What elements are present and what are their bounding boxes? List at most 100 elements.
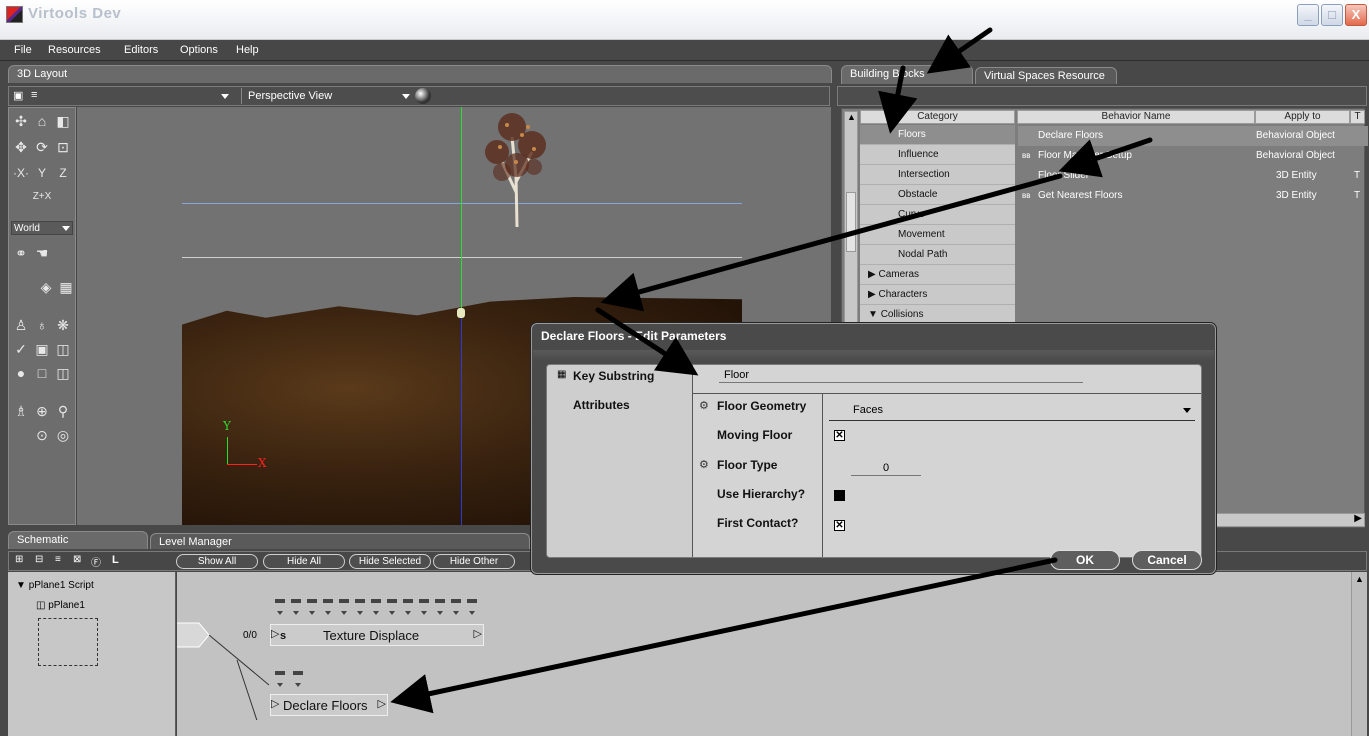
menu-help[interactable]: Help [236,44,259,56]
floor-type-input[interactable]: 0 [851,458,921,476]
scroll-up-icon[interactable]: ▲ [1355,574,1364,584]
zx-plane-button[interactable]: Z+X [27,188,57,206]
cancel-button[interactable]: Cancel [1132,550,1202,570]
world-select[interactable]: World [11,221,73,235]
category-item-movement[interactable]: Movement [860,225,1015,245]
list-icon[interactable]: ≡ [55,554,61,565]
column-header-apply-to[interactable]: Apply to [1255,110,1350,124]
chevron-down-icon[interactable] [221,94,229,99]
show-all-button[interactable]: Show All [176,554,258,569]
schematic-canvas[interactable]: 0/0 ▷ s Texture Displace ▷ ▷ Declare Flo… [177,572,1351,736]
tab-schematic[interactable]: Schematic [8,531,148,549]
scroll-up-icon[interactable]: ▲ [847,112,856,122]
key-substring-input[interactable]: Floor [719,367,1083,383]
add-script-icon[interactable]: ⊞ [15,554,23,565]
hide-other-button[interactable]: Hide Other [433,554,515,569]
column-header-behavior-name[interactable]: Behavior Name [1017,110,1255,124]
grid-icon[interactable]: ▦ [57,278,75,296]
figure-icon[interactable]: ♗ [12,402,30,420]
close-button[interactable]: X [1345,4,1367,26]
zoom-icon[interactable]: ⊕ [33,402,51,420]
input-pin-icon[interactable]: ▷ [271,627,279,640]
sphere-icon[interactable]: ● [12,364,30,382]
grid-mesh-icon[interactable]: ◈ [37,278,55,296]
behavior-row[interactable]: ʙʙ Get Nearest Floors 3D Entity T [1018,186,1368,206]
l-button[interactable]: L [112,554,119,566]
tab-building-blocks[interactable]: Building Blocks [841,65,973,84]
category-item-collisions[interactable]: ▼ Collisions [860,305,1015,325]
view-select[interactable]: Perspective View [241,88,411,104]
gizmo-y-label: Y [223,419,231,433]
hand-tool-icon[interactable]: ☚ [33,244,51,262]
list-icon[interactable]: ≡ [31,89,37,101]
menu-file[interactable]: File [14,44,32,56]
y-axis-icon[interactable]: Y [33,164,51,182]
camera-icon[interactable]: ▣ [13,89,23,102]
column-header-category[interactable]: Category [860,110,1015,124]
orbit-icon[interactable]: ⊙ [33,426,51,444]
function-icon[interactable]: Ⓕ [91,554,101,569]
move-tool-icon[interactable]: ✥ [12,138,30,156]
first-contact-checkbox[interactable]: ✕ [834,520,845,531]
behavior-row[interactable]: ʙʙ Floor Manager Setup Behavioral Object [1018,146,1368,166]
behavior-row[interactable]: Declare Floors Behavioral Object [1018,126,1368,146]
behavior-row[interactable]: Floor Slider 3D Entity T [1018,166,1368,186]
category-item-nodal-path[interactable]: Nodal Path [860,245,1015,265]
menu-editors[interactable]: Editors [124,44,158,56]
link-tool-icon[interactable]: ⚭ [12,244,30,262]
hide-all-button[interactable]: Hide All [263,554,345,569]
target-tool-icon[interactable]: ◧ [54,112,72,130]
select-tool-icon[interactable]: ✣ [12,112,30,130]
category-item-obstacle[interactable]: Obstacle [860,185,1015,205]
ok-button[interactable]: OK [1050,550,1120,570]
tab-level-manager[interactable]: Level Manager [150,533,530,549]
output-pin-icon[interactable]: ▷ [378,697,386,710]
cylinder-icon[interactable]: ◫ [54,364,72,382]
frame-icon[interactable]: ▣ [33,340,51,358]
dolly-icon[interactable]: ◎ [54,426,72,444]
category-item-curve[interactable]: Curve [860,205,1015,225]
floor-geometry-select[interactable]: Faces [829,399,1195,421]
render-options-icon[interactable] [415,88,431,104]
light-icon[interactable]: ♁ [33,316,51,334]
curve-icon[interactable]: ✓ [12,340,30,358]
use-hierarchy-checkbox[interactable] [834,490,845,501]
message-icon[interactable]: ⊠ [73,554,81,565]
script-preview-box[interactable] [38,618,98,666]
input-pin-icon[interactable]: ▷ [271,697,279,710]
category-item-characters[interactable]: ▶ Characters [860,285,1015,305]
category-item-floors[interactable]: Floors [860,125,1015,145]
x-axis-icon[interactable]: ·X· [12,164,30,182]
tab-virtual-spaces-resource[interactable]: Virtual Spaces Resource [975,67,1117,84]
pan-icon[interactable]: ⚲ [54,402,72,420]
particle-icon[interactable]: ❋ [54,316,72,334]
tab-3d-layout[interactable]: 3D Layout [8,65,832,83]
character-icon[interactable]: ♙ [12,316,30,334]
hide-selected-button[interactable]: Hide Selected [349,554,431,569]
scroll-right-icon[interactable]: ▶ [1354,513,1362,524]
scrollbar-thumb[interactable] [846,192,856,252]
z-axis-icon[interactable]: Z [54,164,72,182]
category-item-cameras[interactable]: ▶ Cameras [860,265,1015,285]
maximize-button[interactable]: □ [1321,4,1343,26]
category-item-intersection[interactable]: Intersection [860,165,1015,185]
declare-floors-node[interactable]: ▷ Declare Floors ▷ [270,694,388,716]
script-tree-item[interactable]: ▼ pPlane1 Script [16,580,94,591]
minimize-button[interactable]: _ [1297,4,1319,26]
schematic-scrollbar[interactable]: ▲ [1351,572,1367,736]
menu-resources[interactable]: Resources [48,44,101,56]
object-tree-item[interactable]: ◫ pPlane1 [36,600,85,611]
menu-options[interactable]: Options [180,44,218,56]
texture-icon[interactable]: ◫ [54,340,72,358]
column-header-t[interactable]: T [1350,110,1365,124]
cube-icon[interactable]: □ [33,364,51,382]
collapse-icon: ▼ [868,309,881,320]
category-item-influence[interactable]: Influence [860,145,1015,165]
output-pin-icon[interactable]: ▷ [474,627,482,640]
texture-displace-node[interactable]: ▷ s Texture Displace ▷ [270,624,484,646]
scale-tool-icon[interactable]: ⊡ [54,138,72,156]
moving-floor-checkbox[interactable]: ✕ [834,430,845,441]
rotate-tool-icon[interactable]: ⟳ [33,138,51,156]
lock-tool-icon[interactable]: ⌂ [33,112,51,130]
remove-script-icon[interactable]: ⊟ [35,554,43,565]
